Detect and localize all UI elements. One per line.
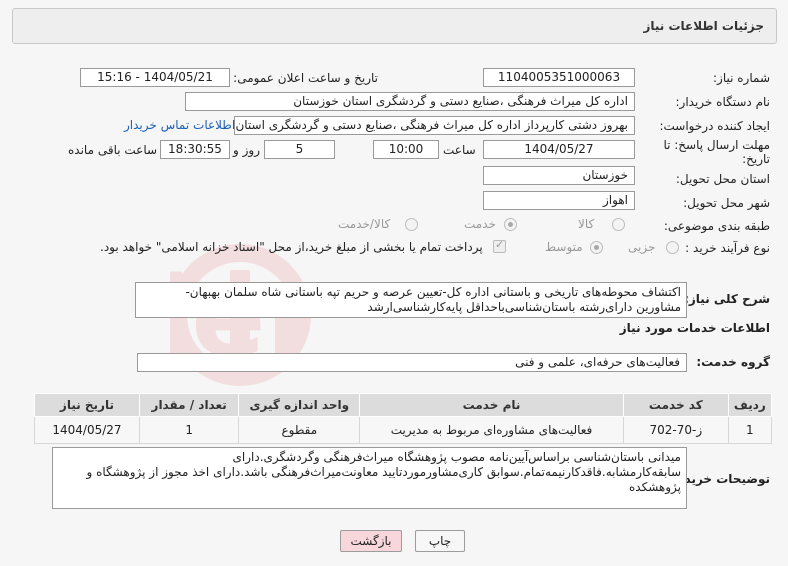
- page-title: جزئیات اطلاعات نیاز: [643, 19, 764, 33]
- days-label: روز و: [233, 143, 260, 157]
- deadline-label: مهلت ارسال پاسخ: تا: [663, 138, 770, 152]
- province-label: استان محل تحویل:: [675, 172, 770, 186]
- requester-field: بهروز دشتی کارپرداز اداره کل میراث فرهنگ…: [234, 116, 635, 135]
- service-group-field: فعالیت‌های حرفه‌ای، علمی و فنی: [137, 353, 687, 372]
- buyer-org-field: اداره کل میراث فرهنگی ،صنایع دستی و گردش…: [185, 92, 635, 111]
- buyer-notes-textbox: میدانی باستان‌شناسی براساس‌آیین‌نامه مصو…: [52, 447, 687, 509]
- back-button[interactable]: بازگشت: [340, 530, 402, 552]
- process-option-minor: جزیی: [628, 240, 656, 254]
- category-radio-service[interactable]: [504, 218, 517, 231]
- category-radio-goods-service[interactable]: [405, 218, 418, 231]
- services-section-title: اطلاعات خدمات مورد نیاز: [619, 321, 770, 335]
- process-label: نوع فرآیند خرید :: [685, 241, 770, 255]
- requester-label: ایجاد کننده درخواست:: [659, 119, 770, 133]
- remaining-time-label: ساعت باقی مانده: [68, 143, 158, 157]
- cell-unit: مقطوع: [238, 416, 361, 444]
- services-table: ردیف کد خدمت نام خدمت واحد اندازه گیری ت…: [34, 393, 773, 444]
- print-button[interactable]: چاپ: [415, 530, 465, 552]
- cell-quantity: 1: [138, 416, 240, 444]
- announce-label: تاریخ و ساعت اعلان عمومی:: [233, 71, 378, 85]
- treasury-payment-note: پرداخت تمام یا بخشی از مبلغ خرید،از محل …: [100, 240, 483, 254]
- col-row-header: ردیف: [727, 393, 773, 417]
- cell-service-code: ز-70-702: [622, 416, 729, 444]
- col-date-header: تاریخ نیاز: [34, 393, 140, 417]
- category-option-goods: کالا: [578, 217, 595, 231]
- service-group-label: گروه خدمت:: [696, 355, 770, 369]
- process-radio-medium[interactable]: [590, 241, 603, 254]
- category-option-service: خدمت: [464, 217, 496, 231]
- cell-row-number: 1: [727, 416, 773, 444]
- summary-label: شرح کلی نیاز:: [684, 292, 770, 306]
- deadline-time-field: 10:00: [373, 140, 439, 159]
- buyer-org-label: نام دستگاه خریدار:: [675, 95, 771, 109]
- deadline-date-field: 1404/05/27: [483, 140, 635, 159]
- treasury-payment-checkbox[interactable]: [493, 238, 506, 253]
- category-label: طبقه بندی موضوعی:: [663, 219, 770, 233]
- col-qty-header: تعداد / مقدار: [138, 393, 240, 417]
- city-field: اهواز: [483, 191, 635, 210]
- process-option-medium: متوسط: [545, 240, 583, 254]
- category-radio-goods[interactable]: [612, 218, 625, 231]
- need-number-field: 1104005351000063: [483, 68, 635, 87]
- remaining-time-field: 18:30:55: [160, 140, 230, 159]
- table-row: 1 ز-70-702 فعالیت‌های مشاوره‌ای مربوط به…: [34, 416, 773, 444]
- cell-need-date: 1404/05/27: [34, 416, 140, 444]
- deadline-label-date: تاریخ:: [742, 152, 770, 166]
- summary-textbox: اکتشاف محوطه‌های تاریخی و باستانی اداره …: [135, 282, 687, 318]
- need-number-label: شماره نیاز:: [713, 71, 770, 85]
- page-header: جزئیات اطلاعات نیاز: [12, 8, 777, 44]
- category-option-goods-service: کالا/خدمت: [338, 217, 391, 231]
- services-table-header: ردیف کد خدمت نام خدمت واحد اندازه گیری ت…: [34, 393, 773, 417]
- cell-service-name: فعالیت‌های مشاوره‌ای مربوط به مدیریت: [359, 416, 624, 444]
- col-code-header: کد خدمت: [622, 393, 729, 417]
- col-unit-header: واحد اندازه گیری: [238, 393, 361, 417]
- announce-datetime-field: 1404/05/21 - 15:16: [80, 68, 230, 87]
- province-field: خوزستان: [483, 166, 635, 185]
- deadline-time-label: ساعت: [443, 143, 476, 157]
- buyer-contact-link[interactable]: اطلاعات تماس خریدار: [124, 118, 235, 132]
- remaining-days-field: 5: [264, 140, 335, 159]
- col-name-header: نام خدمت: [359, 393, 624, 417]
- city-label: شهر محل تحویل:: [683, 196, 770, 210]
- process-radio-minor[interactable]: [666, 241, 679, 254]
